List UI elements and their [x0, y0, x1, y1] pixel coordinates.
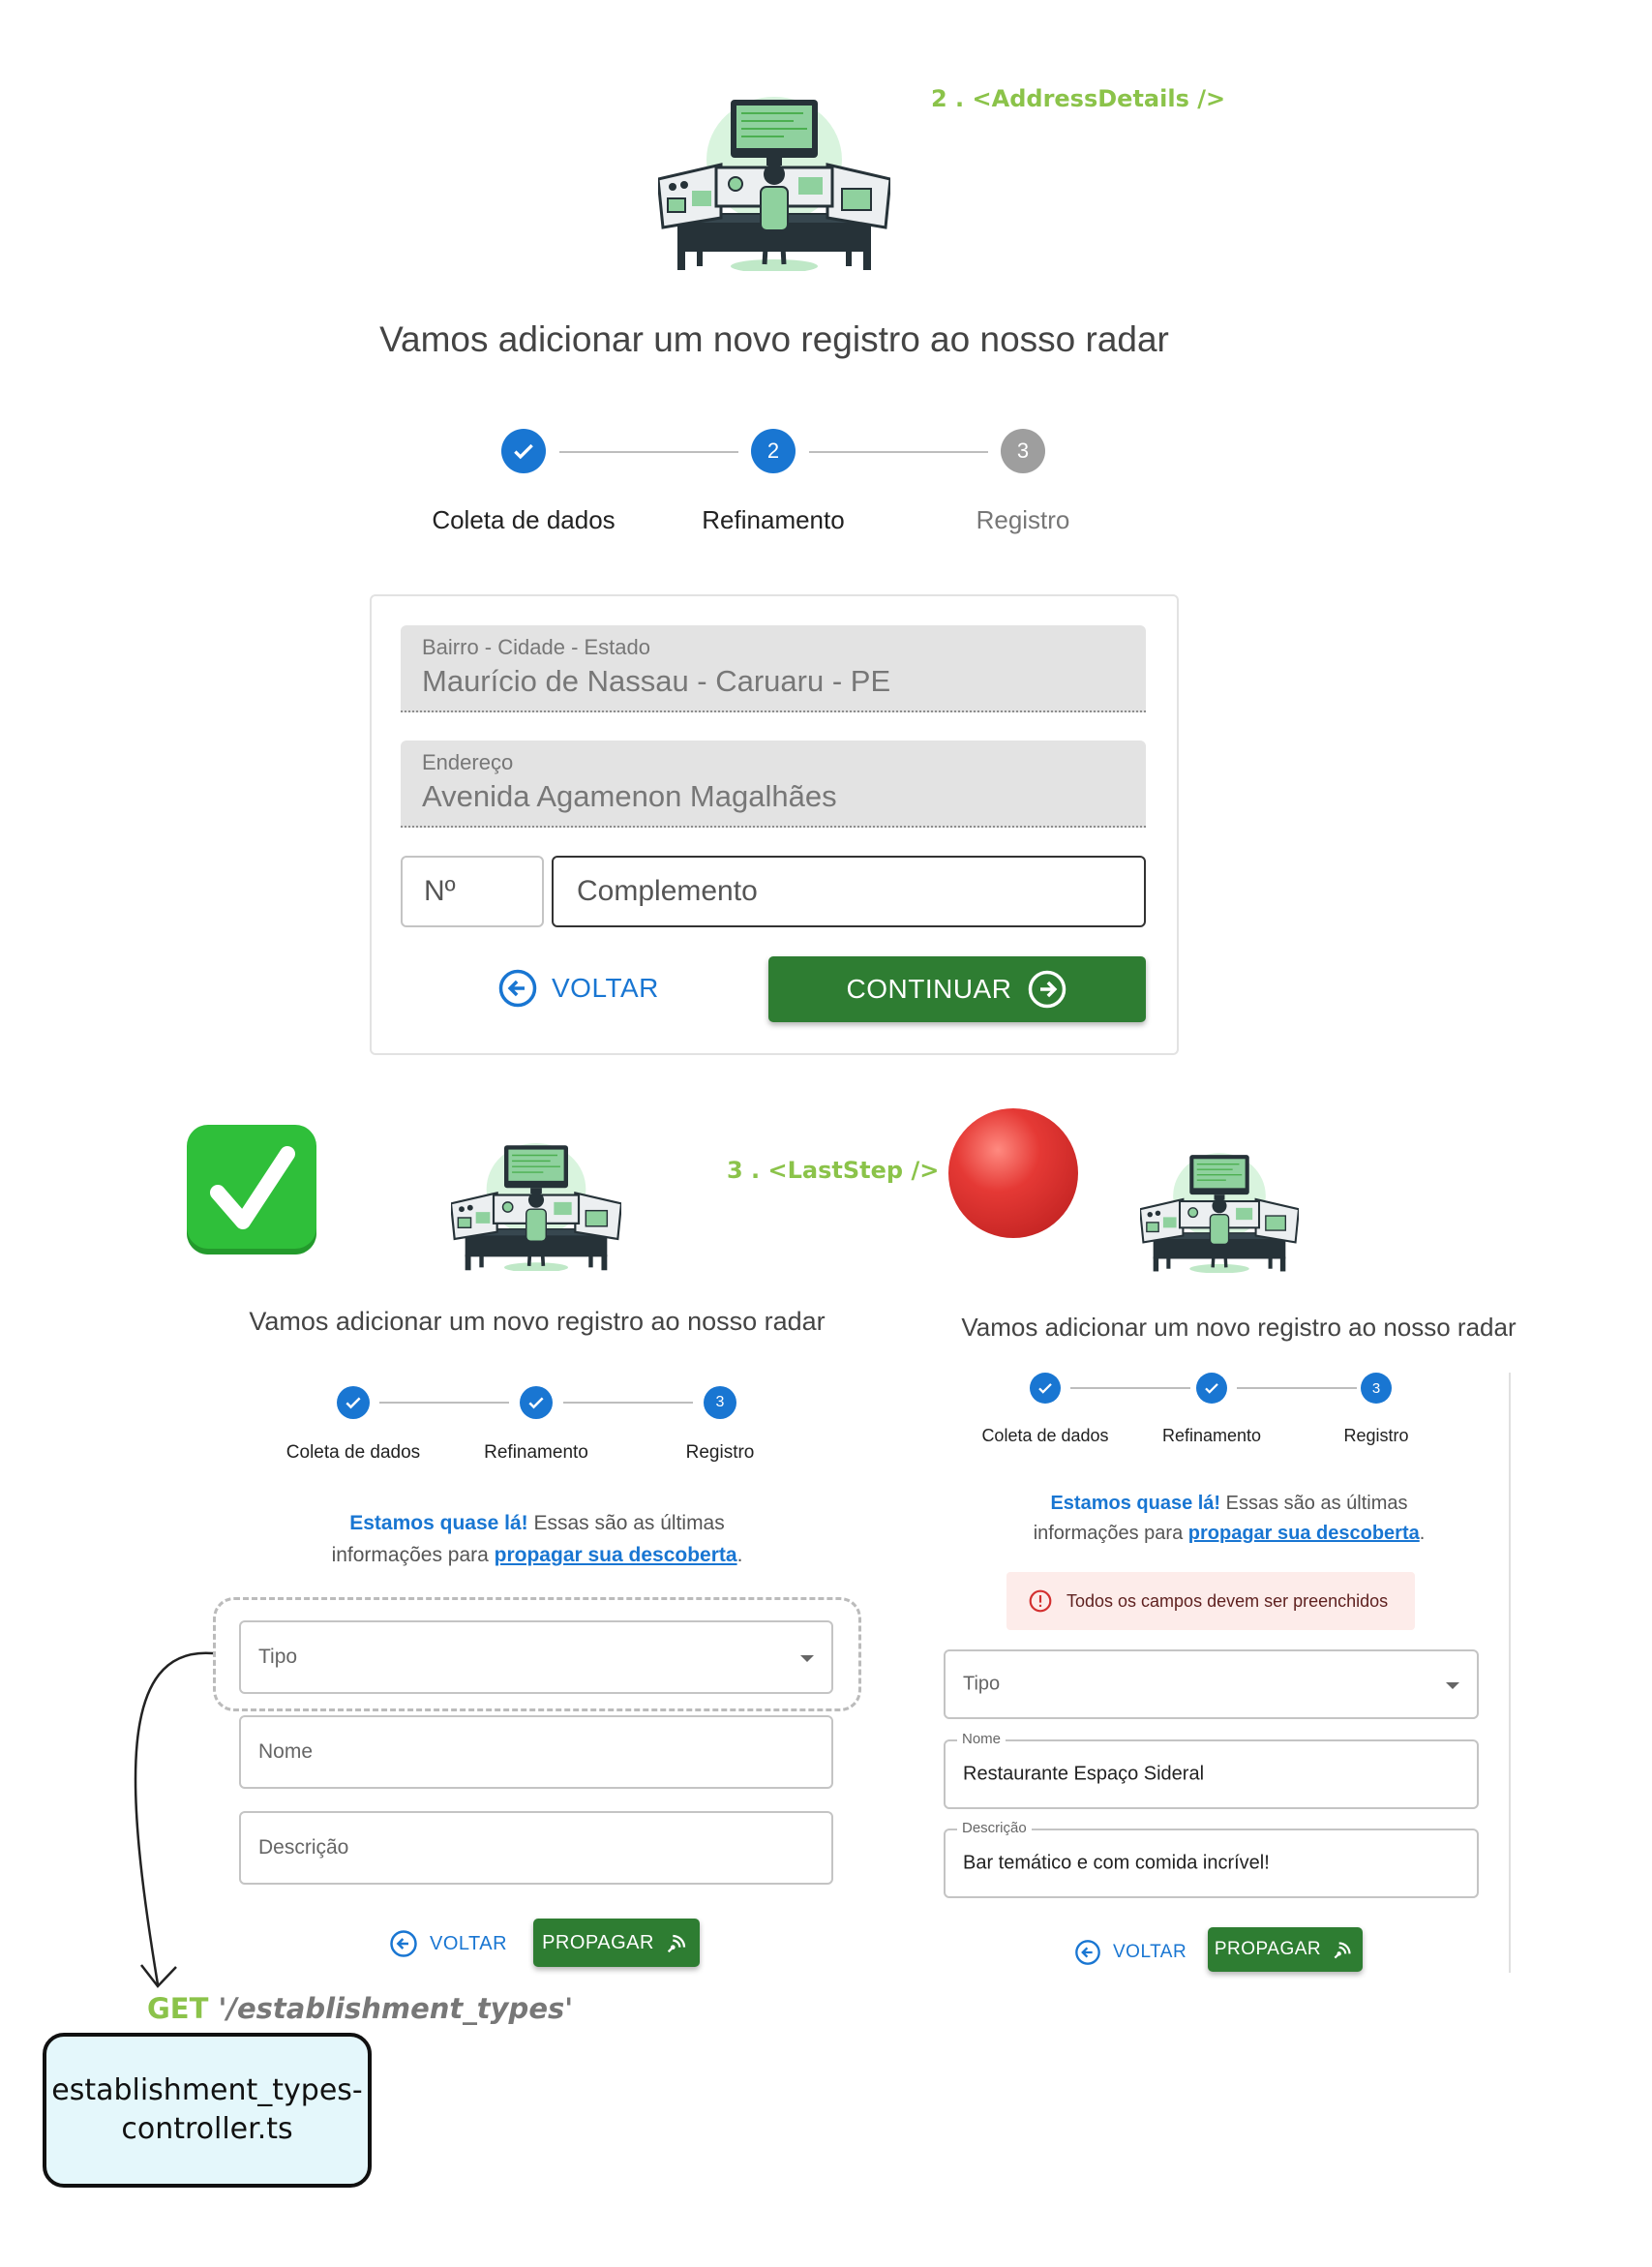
right-step-3-circle: 3 [1361, 1373, 1392, 1404]
left-step-3-circle: 3 [704, 1386, 736, 1419]
note-text-2: informações para [1033, 1523, 1188, 1544]
controller-line-2: controller.ts [121, 2112, 293, 2146]
step-label-refinamento: Refinamento [702, 505, 845, 534]
right-panel-border [1509, 1373, 1511, 1973]
right-tipo-select[interactable]: Tipo [944, 1649, 1479, 1719]
operator-console-illustration [1138, 1151, 1301, 1276]
controller-line-1: establishment_types- [51, 2072, 363, 2107]
propagar-link[interactable]: propagar sua descoberta [495, 1544, 737, 1566]
arrow-left-circle-icon [498, 969, 537, 1008]
note-strong: Estamos quase lá! [1050, 1493, 1221, 1514]
right-step-1-check-icon [1030, 1373, 1061, 1404]
get-endpoint-label: GET '/establishment_types' [147, 1992, 573, 2025]
annotation-arrow [134, 1651, 214, 1988]
right-propagar-label: PROPAGAR [1214, 1939, 1322, 1959]
step-connector [559, 451, 738, 453]
left-illustration [449, 1133, 623, 1275]
right-step-2-check-icon [1196, 1373, 1227, 1404]
endereco-label: Endereço [422, 750, 514, 774]
error-icon [1029, 1589, 1052, 1613]
right-back-button[interactable]: VOLTAR [1074, 1936, 1186, 1969]
step-3-circle: 3 [1001, 429, 1045, 473]
step-connector [379, 1402, 509, 1404]
chevron-down-icon [800, 1655, 814, 1662]
endpoint-path: '/establishment_types' [218, 1992, 574, 2025]
step-connector [1070, 1387, 1190, 1389]
controller-box: establishment_types- controller.ts [43, 2033, 372, 2188]
right-back-label: VOLTAR [1113, 1942, 1187, 1962]
left-step-2-check-icon [520, 1386, 553, 1419]
note-end: . [1419, 1523, 1426, 1544]
right-title: Vamos adicionar um novo registro ao noss… [961, 1313, 1517, 1342]
top-illustration [658, 82, 890, 271]
left-propagar-label: PROPAGAR [542, 1931, 654, 1953]
right-descricao-label: Descrição [957, 1820, 1032, 1836]
right-descricao-input[interactable]: Descrição Bar temático e com comida incr… [944, 1820, 1479, 1898]
address-details-tag: 2 . <AddressDetails /> [931, 85, 1226, 112]
note-end: . [736, 1543, 743, 1566]
red-circle-icon [948, 1108, 1078, 1238]
right-tipo-placeholder: Tipo [963, 1673, 1001, 1695]
last-step-tag: 3 . <LastStep /> [727, 1157, 940, 1184]
left-step-label-registro: Registro [685, 1442, 755, 1463]
operator-console-illustration [449, 1141, 623, 1275]
right-step-label-registro: Registro [1343, 1426, 1409, 1445]
back-label: VOLTAR [552, 973, 659, 1003]
bairro-value: Maurício de Nassau - Caruaru - PE [422, 664, 891, 698]
right-descricao-value: Bar temático e com comida incrível! [963, 1852, 1270, 1874]
complemento-input[interactable]: Complemento [552, 856, 1146, 927]
right-illustration [1138, 1142, 1301, 1276]
bairro-label: Bairro - Cidade - Estado [422, 635, 650, 659]
step-connector [809, 451, 988, 453]
propagar-link[interactable]: propagar sua descoberta [1188, 1523, 1420, 1544]
left-back-label: VOLTAR [430, 1932, 508, 1954]
note-text-1: Essas são as últimas [1220, 1493, 1408, 1514]
numero-input[interactable]: Nº [401, 856, 544, 927]
complemento-placeholder: Complemento [577, 875, 758, 907]
step-label-registro: Registro [976, 505, 1070, 534]
step-2-circle: 2 [751, 429, 796, 473]
step-1-check-icon [501, 429, 546, 473]
left-propagar-button[interactable]: PROPAGAR [533, 1919, 700, 1967]
endereco-field[interactable]: Endereço Avenida Agamenon Magalhães [401, 741, 1146, 828]
error-message: Todos os campos devem ser preenchidos [1066, 1590, 1389, 1611]
note-text-1: Essas são as últimas [527, 1512, 725, 1534]
step-connector [563, 1402, 693, 1404]
left-back-button[interactable]: VOLTAR [389, 1926, 507, 1961]
broadcast-icon [667, 1934, 686, 1953]
continue-button[interactable]: CONTINUAR [768, 956, 1146, 1022]
step-connector [1237, 1387, 1357, 1389]
back-button[interactable]: VOLTAR [497, 966, 659, 1011]
endereco-value: Avenida Agamenon Magalhães [422, 779, 837, 813]
chevron-down-icon [1446, 1682, 1459, 1689]
numero-placeholder: Nº [424, 875, 456, 907]
right-nome-value: Restaurante Espaço Sideral [963, 1763, 1205, 1785]
right-propagar-button[interactable]: PROPAGAR [1208, 1927, 1363, 1972]
step-label-coleta: Coleta de dados [432, 505, 616, 534]
right-nome-input[interactable]: Nome Restaurante Espaço Sideral [944, 1731, 1479, 1809]
http-method: GET [147, 1992, 209, 2025]
right-info-note: Estamos quase lá! Essas são as últimas i… [968, 1489, 1490, 1549]
right-step-label-coleta: Coleta de dados [981, 1426, 1109, 1445]
error-alert: Todos os campos devem ser preenchidos [1006, 1572, 1415, 1630]
operator-console-illustration [658, 82, 890, 271]
arrow-right-circle-icon [1029, 970, 1066, 1009]
arrow-left-circle-icon [1075, 1940, 1100, 1965]
broadcast-icon [1334, 1942, 1351, 1959]
right-nome-label: Nome [957, 1731, 1006, 1747]
continue-label: CONTINUAR [846, 974, 1012, 1004]
bairro-field[interactable]: Bairro - Cidade - Estado Maurício de Nas… [401, 625, 1146, 712]
arrow-left-circle-icon [390, 1930, 417, 1957]
left-step-label-refinamento: Refinamento [484, 1442, 588, 1463]
